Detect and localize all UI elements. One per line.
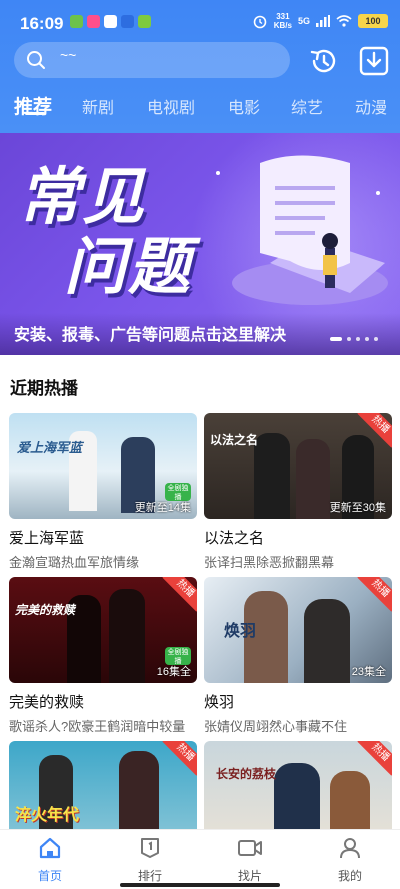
video-camera-icon xyxy=(238,840,262,856)
show-title: 完美的救赎 xyxy=(9,694,85,711)
tab-home[interactable]: 首页 xyxy=(20,836,80,884)
show-title: 爱上海军蓝 xyxy=(9,530,85,547)
show-card[interactable]: 以法之名 热播 更新至30集 以法之名 张译扫黑除恶掀翻黑幕 xyxy=(204,413,392,571)
tab-discover-label: 找片 xyxy=(237,869,262,883)
home-indicator xyxy=(120,883,280,887)
network-speed-unit: KB/s xyxy=(273,21,292,30)
search-icon xyxy=(27,51,45,69)
bottom-tab-bar: 首页 排行 找片 我的 xyxy=(0,829,400,889)
show-poster: 完美的救赎 热播 全剧独播 16集全 xyxy=(9,577,197,683)
hot-badge-label: 热播 xyxy=(357,741,392,776)
notification-app-icon xyxy=(87,15,100,28)
banner-title-line1: 常见 xyxy=(18,163,147,232)
poster-figure xyxy=(296,439,330,519)
show-description: 张译扫黑除恶掀翻黑幕 xyxy=(204,555,335,570)
hot-badge-label: 热播 xyxy=(162,741,197,776)
banner-title: 常见 问题 xyxy=(18,163,192,303)
carousel-dot-active xyxy=(330,337,342,341)
show-poster: 焕羽 热播 23集全 xyxy=(204,577,392,683)
show-title: 焕羽 xyxy=(204,694,235,711)
notification-app-icon xyxy=(121,15,134,28)
network-speed: 331 KB/s xyxy=(274,12,292,30)
tab-profile[interactable]: 我的 xyxy=(320,836,380,884)
ranking-icon xyxy=(141,838,159,858)
show-card[interactable]: 爱上海军蓝 全剧独播 更新至14集 爱上海军蓝 金瀚宣璐热血军旅情缘 xyxy=(9,413,197,571)
wifi-icon xyxy=(336,15,352,27)
tab-new-drama[interactable]: 新剧 xyxy=(82,94,114,118)
status-right: 331 KB/s 5G 100 xyxy=(252,12,388,30)
notification-app-icon xyxy=(104,15,117,28)
episode-count: 更新至30集 xyxy=(329,502,386,514)
carousel-dot xyxy=(374,337,378,341)
episode-count: 更新至14集 xyxy=(134,502,191,514)
episode-count: 16集全 xyxy=(156,666,191,678)
poster-caption: 淬火年代 xyxy=(15,807,80,824)
history-icon[interactable] xyxy=(308,46,340,76)
banner-title-line2: 问题 xyxy=(64,233,193,302)
hot-badge-label: 热播 xyxy=(357,577,392,612)
poster-caption: 以法之名 xyxy=(210,433,259,447)
poster-caption: 完美的救赎 xyxy=(15,603,76,617)
show-description: 歌谣杀人?欧豪王鹤润暗中较量 xyxy=(9,719,186,734)
banner-subtitle: 安装、报毒、广告等问题点击这里解决 xyxy=(14,327,287,344)
show-description: 金瀚宣璐热血军旅情缘 xyxy=(9,555,140,570)
show-title: 以法之名 xyxy=(204,530,265,547)
network-type: 5G xyxy=(297,16,310,26)
show-card[interactable]: 完美的救赎 热播 全剧独播 16集全 完美的救赎 歌谣杀人?欧豪王鹤润暗中较量 xyxy=(9,577,197,735)
notification-icons xyxy=(70,15,151,28)
banner-faq[interactable]: 常见 问题 安装、报毒、广告等问题点击这里解决 xyxy=(0,133,400,355)
tab-anime[interactable]: 动漫 xyxy=(355,94,387,118)
episode-count: 23集全 xyxy=(351,666,386,678)
status-time: 16:09 xyxy=(20,14,64,33)
section-title: 近期热播 xyxy=(10,379,78,398)
poster-caption: 爱上海军蓝 xyxy=(17,440,83,455)
show-poster: 爱上海军蓝 全剧独播 更新至14集 xyxy=(9,413,197,519)
poster-figure xyxy=(109,589,145,683)
document-illustration xyxy=(216,155,388,305)
tab-variety[interactable]: 综艺 xyxy=(291,94,323,118)
show-card[interactable]: 焕羽 热播 23集全 焕羽 张婧仪周翊然心事藏不住 xyxy=(204,577,392,735)
poster-figure xyxy=(304,599,350,683)
tab-profile-label: 我的 xyxy=(337,869,362,883)
notification-app-icon xyxy=(70,15,83,28)
tab-ranking-label: 排行 xyxy=(137,869,162,883)
category-tabs: 推荐 新剧 电视剧 电影 综艺 动漫 xyxy=(0,90,400,130)
download-icon[interactable] xyxy=(358,45,390,77)
tab-movies[interactable]: 电影 xyxy=(228,94,260,118)
active-tab-indicator xyxy=(25,112,45,115)
poster-figure xyxy=(254,433,290,519)
user-icon xyxy=(340,838,360,859)
home-icon xyxy=(39,837,61,859)
poster-caption: 长安的荔枝 xyxy=(216,767,277,781)
tab-home-label: 首页 xyxy=(37,869,62,883)
hot-badge-label: 热播 xyxy=(162,577,197,612)
tab-ranking[interactable]: 排行 xyxy=(120,836,180,884)
battery-indicator: 100 xyxy=(358,14,388,28)
network-speed-value: 331 xyxy=(276,12,290,21)
alarm-icon xyxy=(253,15,267,29)
carousel-dot xyxy=(347,337,351,341)
tab-discover[interactable]: 找片 xyxy=(220,836,280,884)
tab-tv-series[interactable]: 电视剧 xyxy=(147,94,195,118)
search-bar[interactable]: ~~ xyxy=(14,42,290,78)
signal-icon xyxy=(316,15,330,27)
poster-caption: 焕羽 xyxy=(224,623,257,640)
carousel-dot xyxy=(356,337,360,341)
carousel-dot xyxy=(365,337,369,341)
notification-app-icon xyxy=(138,15,151,28)
carousel-indicator xyxy=(330,337,378,341)
status-bar: 16:09 331 KB/s 5G 100 xyxy=(0,0,400,36)
show-poster: 以法之名 热播 更新至30集 xyxy=(204,413,392,519)
search-placeholder: ~~ xyxy=(60,47,77,63)
show-description: 张婧仪周翊然心事藏不住 xyxy=(204,719,348,734)
